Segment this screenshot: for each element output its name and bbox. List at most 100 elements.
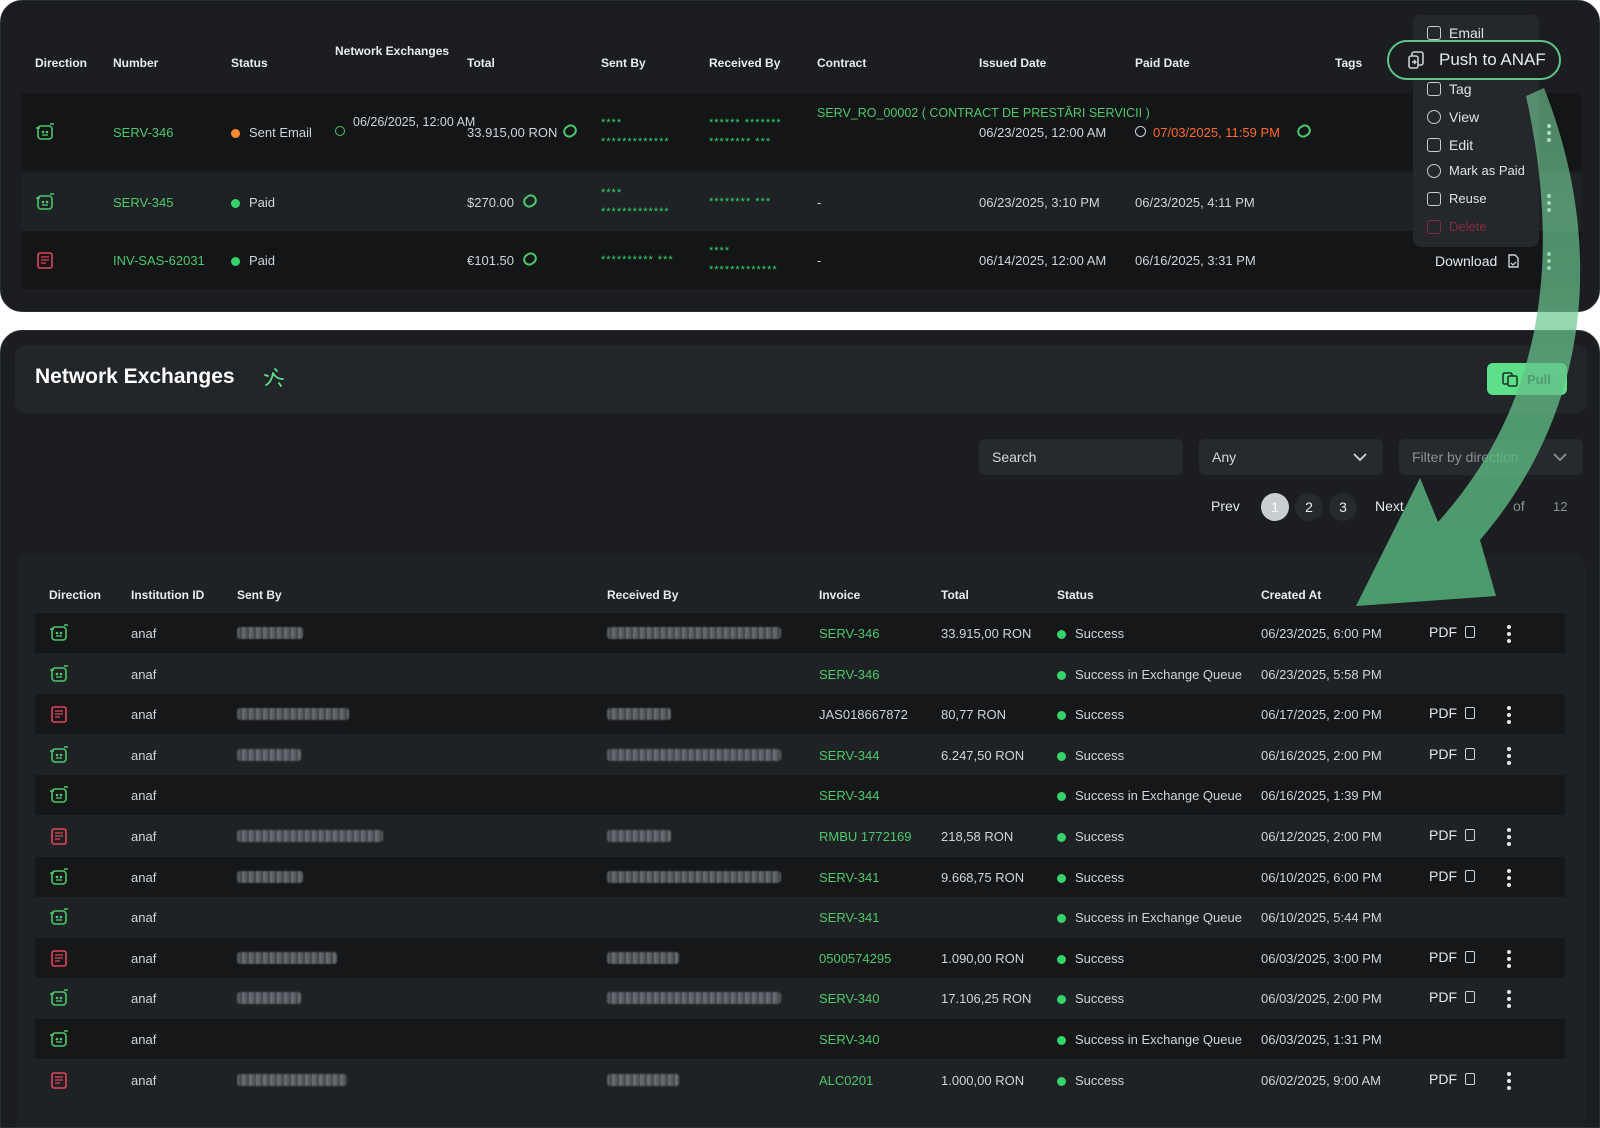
pdf-label: PDF [1429,705,1457,722]
received-by-masked: ****** ******* [709,117,782,129]
sent-by-masked: **** [601,187,623,199]
outgoing-invoice-icon [50,989,68,1007]
kebab-dot [1547,252,1551,256]
invoice-link[interactable]: SERV-344 [819,746,879,765]
outgoing-invoice-icon [50,908,68,925]
th-invoice: Invoice [819,588,861,602]
issued-date: 06/23/2025, 3:10 PM [979,195,1100,210]
menu-item-delete[interactable]: Delete [1427,219,1487,234]
menu-item-label: Delete [1449,219,1487,234]
row-actions-kebab-icon[interactable] [1507,746,1511,768]
page-button-3[interactable]: 3 [1329,493,1357,521]
exchange-total: 17.106,25 RON [941,991,1032,1007]
pdf-button[interactable]: PDF [1429,989,1475,1005]
row-actions-kebab-icon[interactable] [1507,990,1511,1011]
row-actions-kebab-icon[interactable] [1507,625,1511,646]
direction-filter-select[interactable]: Filter by direction [1399,439,1583,475]
pull-button[interactable]: Pull [1487,363,1567,395]
push-to-anaf-button[interactable]: Push to ANAF [1387,40,1561,80]
outgoing-invoice-icon [50,786,68,804]
pdf-button[interactable]: PDF [1429,827,1475,843]
invoice-link[interactable]: 0500574295 [819,949,891,968]
row-actions-kebab-icon[interactable] [1547,252,1551,273]
menu-item-mark-as-paid[interactable]: Mark as Paid [1427,163,1525,178]
menu-item-tag[interactable]: Tag [1427,81,1472,97]
exchange-sparkle-icon [264,368,284,387]
menu-item-email[interactable]: Email [1427,25,1484,41]
status-label: Success [1075,626,1125,641]
kebab-dot [1547,131,1551,135]
pdf-label: PDF [1429,867,1457,884]
sent-by-masked: **** [601,117,623,129]
download-label: Download [1435,253,1498,269]
kebab-dot [1507,639,1511,643]
pdf-button[interactable]: PDF [1429,705,1475,721]
invoice-link[interactable]: JAS018667872 [819,705,908,724]
sent-by-redacted [237,748,301,761]
row-actions-kebab-icon[interactable] [1507,706,1511,727]
pagination-next[interactable]: Next [1375,497,1404,516]
invoice-link[interactable]: SERV-341 [819,868,879,887]
row-actions-kebab-icon[interactable] [1507,949,1511,971]
pdf-button[interactable]: PDF [1429,746,1475,762]
kebab-dot [1507,842,1511,846]
created-at: 06/16/2025, 1:39 PM [1261,788,1382,804]
menu-item-reuse[interactable]: Reuse [1427,191,1487,206]
row-actions-kebab-icon[interactable] [1547,194,1551,215]
invoice-link[interactable]: SERV-340 [819,1030,879,1049]
document-icon [1465,829,1475,841]
incoming-invoice-icon [51,828,67,845]
institution-id: anaf [131,869,157,885]
status-dot [1057,1036,1066,1046]
search-input[interactable]: Search [979,439,1183,475]
th-status: Status [231,56,268,70]
exchanges-table: Direction Institution ID Sent By Received B… [17,555,1585,1127]
pdf-button[interactable]: PDF [1429,949,1475,965]
received-by-masked: ******** *** [709,196,772,208]
kebab-dot [1507,990,1511,995]
invoice-link[interactable]: SERV-340 [819,989,879,1008]
status-label: Sent Email [249,125,312,140]
invoice-link[interactable]: SERV-341 [819,908,879,927]
pdf-button[interactable]: PDF [1429,624,1475,640]
kebab-dot [1507,868,1511,873]
search-placeholder: Search [992,449,1037,465]
contract-link[interactable]: SERV_RO_00002 ( CONTRACT DE PRESTĂRI SER… [817,104,1150,123]
push-to-anaf-label: Push to ANAF [1439,50,1546,69]
sent-by-redacted [237,992,301,1005]
menu-item-view[interactable]: View [1427,109,1479,125]
invoice-link[interactable]: RMBU 1772169 [819,827,912,846]
exchange-total: 9.668,75 RON [941,869,1025,885]
kebab-dot [1507,949,1511,954]
menu-item-edit[interactable]: Edit [1427,137,1473,153]
status-dot [1057,954,1066,964]
invoice-total: €101.50 [467,253,514,268]
created-at: 06/10/2025, 5:44 PM [1261,910,1382,926]
status-select[interactable]: Any [1199,439,1383,475]
pagination-prev[interactable]: Prev [1211,497,1240,516]
issued-date: 06/23/2025, 12:00 AM [979,125,1107,140]
download-button[interactable]: Download [1435,253,1520,269]
pdf-button[interactable]: PDF [1429,1071,1475,1087]
page-button-2[interactable]: 2 [1295,493,1323,521]
invoice-link[interactable]: SERV-346 [819,624,879,643]
row-actions-kebab-icon[interactable] [1507,828,1511,849]
email-icon [1427,26,1441,40]
invoice-link[interactable]: ALC0201 [819,1071,873,1090]
row-actions-kebab-icon[interactable] [1507,868,1511,890]
status-badge: Success in Exchange Queue [1057,665,1242,684]
invoice-number-link[interactable]: INV-SAS-62031 [113,251,205,270]
invoice-link[interactable]: SERV-346 [819,665,879,684]
th-direction: Direction [35,56,88,70]
invoice-link[interactable]: SERV-344 [819,786,879,805]
exchange-total: 1.090,00 RON [941,950,1025,966]
invoice-number-link[interactable]: SERV-346 [113,123,173,142]
page-button-1[interactable]: 1 [1261,493,1289,521]
row-actions-kebab-icon[interactable] [1507,1071,1511,1093]
status-dot [231,257,240,267]
row-actions-kebab-icon[interactable] [1547,124,1551,145]
pagination-of: of [1513,498,1525,514]
invoice-number-link[interactable]: SERV-345 [113,193,173,212]
th-total: Total [467,56,495,70]
pdf-button[interactable]: PDF [1429,868,1475,884]
